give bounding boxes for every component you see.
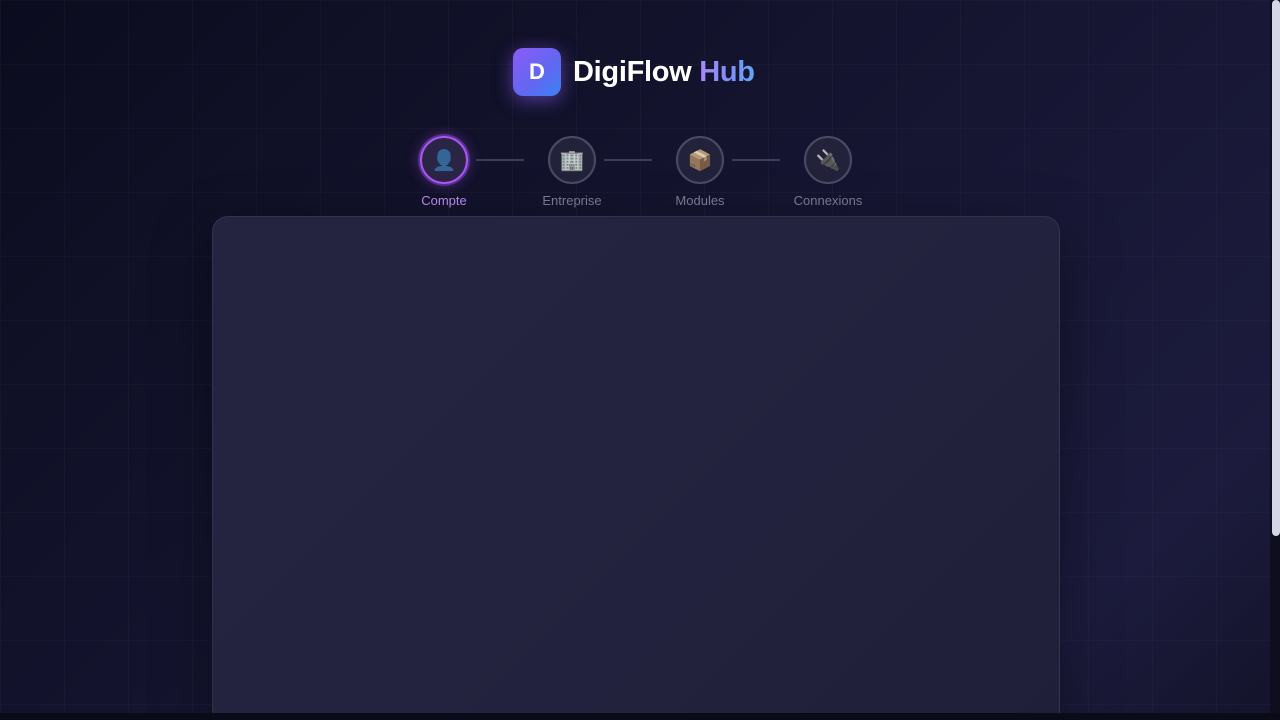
brand-name-primary: DigiFlow (573, 55, 692, 88)
step-label: Compte (421, 193, 467, 208)
building-icon: 🏢 (559, 149, 585, 172)
package-icon: 📦 (687, 149, 713, 172)
onboarding-page: D DigiFlow Hub 👤 Compte 🏢 Entreprise 📦 M (0, 0, 1270, 720)
step-entreprise[interactable]: 🏢 Entreprise (517, 136, 627, 208)
scrollbar-thumb[interactable] (1272, 0, 1280, 536)
bottom-edge (0, 713, 1280, 720)
brand-name-accent: Hub (699, 55, 755, 88)
step-circle[interactable]: 🏢 (548, 136, 596, 184)
plug-icon: 🔌 (815, 149, 841, 172)
step-circle[interactable]: 📦 (676, 136, 724, 184)
step-label: Modules (675, 193, 725, 208)
brand-name: DigiFlow Hub (573, 56, 755, 89)
user-icon: 👤 (431, 149, 457, 172)
step-compte[interactable]: 👤 Compte (389, 136, 499, 208)
form-card (212, 216, 1060, 720)
step-circle[interactable]: 👤 (420, 136, 468, 184)
brand-header: D DigiFlow Hub (513, 48, 755, 96)
step-label: Entreprise (542, 193, 602, 208)
step-modules[interactable]: 📦 Modules (645, 136, 755, 208)
vertical-scrollbar[interactable] (1270, 0, 1280, 713)
step-label: Connexions (793, 193, 863, 208)
brand-logo: D (513, 48, 561, 96)
step-circle[interactable]: 🔌 (804, 136, 852, 184)
step-connexions[interactable]: 🔌 Connexions (773, 136, 883, 208)
brand-logo-letter: D (529, 59, 545, 84)
